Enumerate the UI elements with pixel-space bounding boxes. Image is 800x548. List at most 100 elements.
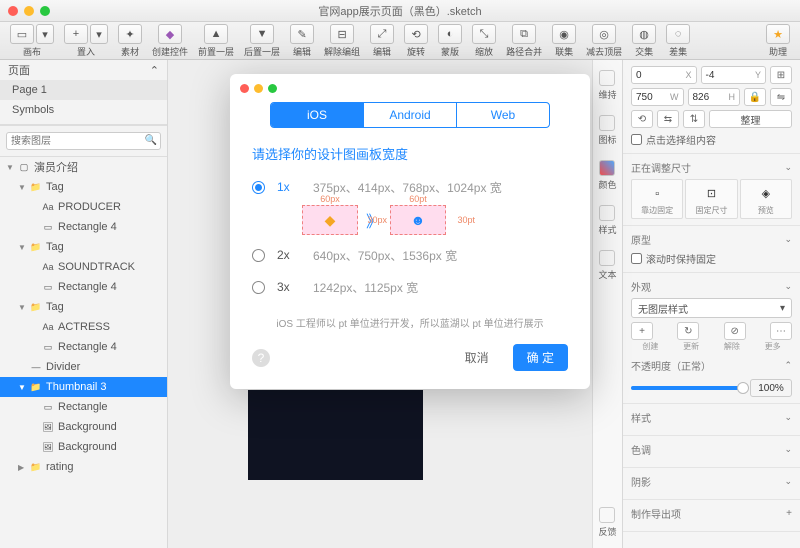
insert-tool-icon[interactable]: + (64, 24, 88, 44)
layer-row[interactable]: ▭Rectangle 4 (0, 217, 167, 237)
cancel-button[interactable]: 取消 (451, 344, 503, 371)
tidy-button[interactable]: 整理 (709, 110, 792, 128)
subtract-icon[interactable]: ◎ (592, 24, 616, 44)
layer-row[interactable]: ▼📁Tag (0, 237, 167, 257)
layer-row[interactable]: —Divider (0, 357, 167, 377)
shadow-header[interactable]: 阴影⌄ (631, 474, 792, 489)
bring-forward-icon[interactable]: ▲ (204, 24, 228, 44)
opacity-header[interactable]: 不透明度（正常）⌃ (631, 358, 792, 373)
pin-edges-box[interactable]: ▫靠边固定 (631, 179, 683, 219)
layer-row[interactable]: ▼▢演员介绍 (0, 157, 167, 177)
zoom-window-icon[interactable] (40, 6, 50, 16)
preview-box[interactable]: ◈预览 (740, 179, 792, 219)
confirm-button[interactable]: 确 定 (513, 344, 568, 371)
option-2x[interactable]: 2x 640px、750px、1536px 宽 (252, 245, 568, 265)
resizing-header[interactable]: 正在调整尺寸⌄ (631, 160, 792, 175)
layer-row[interactable]: AaSOUNDTRACK (0, 257, 167, 277)
prototype-header[interactable]: 原型⌄ (631, 232, 792, 247)
flip-v-icon[interactable]: ⇅ (683, 110, 705, 128)
layer-row[interactable]: AaPRODUCER (0, 197, 167, 217)
minimize-window-icon[interactable] (24, 6, 34, 16)
update-style-button[interactable]: ↻ (677, 322, 699, 340)
dropdown-icon[interactable]: ▾ (36, 24, 54, 44)
flip-h-icon[interactable]: ⇆ (657, 110, 679, 128)
canvas-tool-icon[interactable]: ▭ (10, 24, 34, 44)
fixed-size-box[interactable]: ⊡固定尺寸 (685, 179, 737, 219)
collapse-pages-icon[interactable]: ⌃ (150, 64, 159, 77)
fix-scroll-checkbox[interactable] (631, 253, 642, 264)
lock-aspect-icon[interactable]: 🔒 (744, 88, 766, 106)
layer-row[interactable]: ▭Rectangle 4 (0, 337, 167, 357)
export-header[interactable]: 制作导出项+ (631, 506, 792, 521)
artboard-preview[interactable] (248, 390, 423, 480)
sizes-label: 640px、750px、1536px 宽 (313, 247, 457, 264)
vtool-feedback[interactable]: 反馈 (598, 507, 616, 538)
dropdown-icon[interactable]: ▾ (90, 24, 108, 44)
search-layers-input[interactable] (6, 132, 161, 150)
layer-style-dropdown[interactable]: 无图层样式▾ (631, 298, 792, 318)
close-window-icon[interactable] (8, 6, 18, 16)
flip-icon[interactable]: ⇋ (770, 88, 792, 106)
click-select-checkbox[interactable] (631, 134, 642, 145)
create-style-button[interactable]: + (631, 322, 653, 340)
style-header[interactable]: 样式⌄ (631, 410, 792, 425)
option-3x[interactable]: 3x 1242px、1125px 宽 (252, 277, 568, 297)
add-icon[interactable]: + (786, 508, 792, 519)
h-input[interactable]: 826H (688, 88, 741, 106)
tint-header[interactable]: 色调⌄ (631, 442, 792, 457)
appearance-header[interactable]: 外观⌄ (631, 279, 792, 294)
x-input[interactable]: 0X (631, 66, 697, 84)
close-icon[interactable] (240, 84, 249, 93)
tab-android[interactable]: Android (364, 103, 457, 127)
layer-row-selected[interactable]: ▼📁Thumbnail 3 (0, 377, 167, 397)
layer-row[interactable]: ▭Rectangle (0, 397, 167, 417)
vtool-style[interactable]: 样式 (598, 205, 616, 236)
rotate-icon[interactable]: ⟲ (404, 24, 428, 44)
material-tool-icon[interactable]: ✦ (118, 24, 142, 44)
zoom-icon[interactable] (268, 84, 277, 93)
align-icon[interactable]: ⊞ (770, 66, 792, 84)
layer-row[interactable]: AaACTRESS (0, 317, 167, 337)
layer-row[interactable]: ▶📁rating (0, 457, 167, 477)
traffic-lights[interactable] (8, 6, 50, 16)
edit-icon[interactable]: ✎ (290, 24, 314, 44)
helper-icon[interactable]: ★ (766, 24, 790, 44)
page-item[interactable]: Symbols (0, 100, 167, 120)
layer-row[interactable]: ▼📁Tag (0, 177, 167, 197)
vtool-color[interactable]: 颜色 (598, 160, 616, 191)
opacity-slider[interactable] (631, 386, 744, 390)
ungroup-icon[interactable]: ⊟ (330, 24, 354, 44)
opacity-value[interactable]: 100% (750, 379, 792, 397)
radio-icon[interactable] (252, 249, 265, 262)
layer-row[interactable]: ▭Rectangle 4 (0, 277, 167, 297)
component-tool-icon[interactable]: ◆ (158, 24, 182, 44)
send-backward-icon[interactable]: ▼ (250, 24, 274, 44)
intersect-icon[interactable]: ◍ (632, 24, 656, 44)
page-item[interactable]: Page 1 (0, 80, 167, 100)
layer-row[interactable]: 🖼Background (0, 417, 167, 437)
vtool-text[interactable]: 文本 (598, 250, 616, 281)
radio-icon[interactable] (252, 281, 265, 294)
scale-icon[interactable]: ⤡ (472, 24, 496, 44)
radio-selected-icon[interactable] (252, 181, 265, 194)
y-input[interactable]: -4Y (701, 66, 767, 84)
more-style-button[interactable]: ⋯ (770, 322, 792, 340)
detach-style-button[interactable]: ⊘ (724, 322, 746, 340)
transform-icon[interactable]: ⤢ (370, 24, 394, 44)
difference-icon[interactable]: ◌ (666, 24, 690, 44)
slider-thumb[interactable] (737, 382, 749, 394)
minimize-icon[interactable] (254, 84, 263, 93)
union-icon[interactable]: ◉ (552, 24, 576, 44)
tab-web[interactable]: Web (457, 103, 549, 127)
rotate-input-icon[interactable]: ⟲ (631, 110, 653, 128)
help-icon[interactable]: ? (252, 349, 270, 367)
dialog-traffic-lights[interactable] (240, 84, 277, 93)
w-input[interactable]: 750W (631, 88, 684, 106)
vtool-layer[interactable]: 图标 (598, 115, 616, 146)
vtool-prop[interactable]: 维持 (598, 70, 616, 101)
layer-row[interactable]: ▼📁Tag (0, 297, 167, 317)
layer-row[interactable]: 🖼Background (0, 437, 167, 457)
flatten-icon[interactable]: ⧉ (512, 24, 536, 44)
mask-icon[interactable]: ◐ (438, 24, 462, 44)
tab-ios[interactable]: iOS (271, 103, 364, 127)
